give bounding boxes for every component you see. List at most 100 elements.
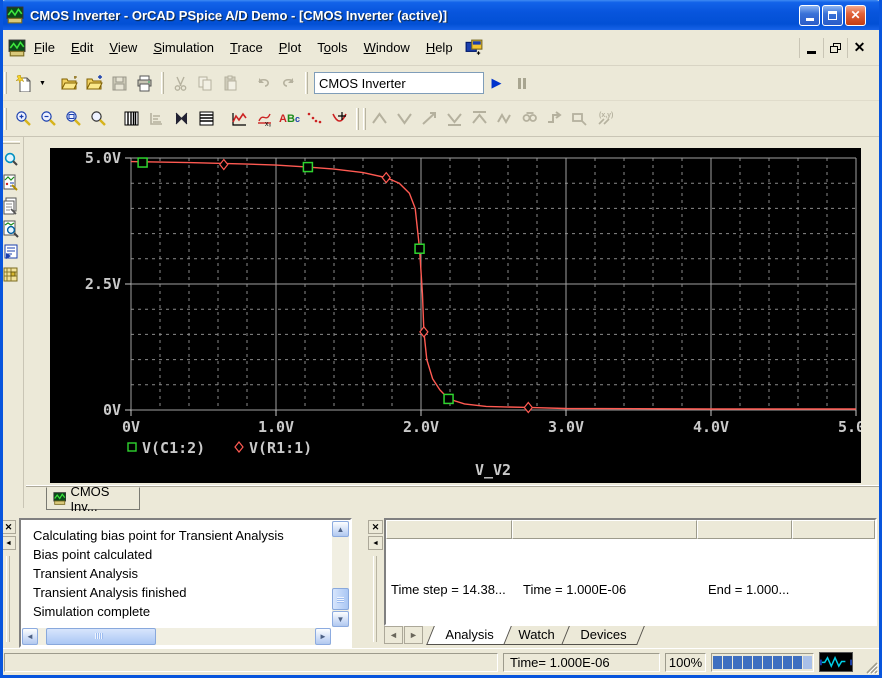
cursor-max-button[interactable]	[467, 107, 492, 131]
zoom-in-button[interactable]	[11, 107, 36, 131]
menu-item-simulation[interactable]: Simulation	[145, 36, 222, 59]
minimize-button[interactable]	[799, 4, 820, 26]
log-x-axis-button[interactable]	[119, 107, 144, 131]
resize-grip[interactable]	[864, 660, 879, 675]
menu-item-help[interactable]: Help	[418, 36, 461, 59]
undo-button[interactable]	[251, 71, 276, 95]
status-bar: Time= 1.000E-06 100%	[0, 648, 879, 675]
status-dock-strip: ✕ ◄	[368, 520, 385, 646]
plot-canvas[interactable]: 0V 2.5V 5.0V 0V 1.0V 2.0V 3.0V 4.0V 5.0V V(C1:2) V…	[50, 148, 861, 483]
toolbar-grip[interactable]	[4, 72, 7, 94]
plot-window[interactable]: 0V 2.5V 5.0V 0V 1.0V 2.0V 3.0V 4.0V 5.0V V(C1:2) V…	[50, 148, 861, 483]
header-cell	[386, 520, 512, 539]
log-y-axis-button[interactable]	[144, 107, 169, 131]
toggle-cursor-button[interactable]	[327, 107, 352, 131]
close-button[interactable]: ✕	[845, 4, 866, 26]
document-tab[interactable]: CMOS Inv...	[46, 484, 140, 514]
cursor-search-button[interactable]	[517, 107, 542, 131]
menu-item-trace[interactable]: Trace	[222, 36, 271, 59]
view-circuit-file-button[interactable]	[0, 217, 22, 240]
zoom-out-button[interactable]	[36, 107, 61, 131]
mark-label-button[interactable]	[567, 107, 592, 131]
svg-text:V(R1:1): V(R1:1)	[249, 439, 312, 457]
output-close-button[interactable]: ✕	[1, 520, 16, 534]
menu-item-view[interactable]: View	[101, 36, 145, 59]
tab-analysis[interactable]: Analysis	[426, 626, 513, 645]
tab-scroll-left-button[interactable]: ◄	[384, 626, 403, 644]
dock-grip[interactable]	[373, 556, 377, 642]
child-close-button[interactable]: ✕	[847, 37, 871, 58]
output-horizontal-scrollbar[interactable]: ◄ ►	[22, 628, 331, 645]
performance-analysis-button[interactable]	[194, 107, 219, 131]
cursor-next-transition-button[interactable]	[542, 107, 567, 131]
view-schematic-button[interactable]	[0, 263, 22, 286]
output-listbox[interactable]: Calculating bias point for Transient Ana…	[19, 518, 352, 648]
child-restore-button[interactable]	[823, 37, 847, 58]
cursor-trough-button[interactable]	[392, 107, 417, 131]
scroll-left-button[interactable]: ◄	[22, 628, 38, 645]
menu-item-plot[interactable]: Plot	[271, 36, 309, 59]
print-button[interactable]	[132, 71, 157, 95]
scroll-down-button[interactable]: ▼	[332, 611, 349, 627]
view-dock-toolbar	[0, 137, 24, 508]
app-icon	[6, 6, 24, 24]
view-output-file-button[interactable]	[0, 194, 22, 217]
save-button[interactable]	[107, 71, 132, 95]
eval-goal-function-button[interactable]: x₀	[252, 107, 277, 131]
output-vertical-scrollbar[interactable]: ▲ ▼	[332, 521, 349, 627]
paste-button[interactable]	[218, 71, 243, 95]
cursor-peak-button[interactable]	[367, 107, 392, 131]
document-system-icon[interactable]	[8, 39, 26, 57]
view-probe-cursor-button[interactable]	[0, 148, 22, 171]
cursor-slope-button[interactable]	[417, 107, 442, 131]
view-simulation-results-button[interactable]	[0, 171, 22, 194]
fft-button[interactable]	[169, 107, 194, 131]
new-file-dropdown[interactable]: ▼	[36, 71, 49, 95]
title-bar[interactable]: CMOS Inverter - OrCAD PSpice A/D Demo - …	[0, 0, 882, 30]
simulation-profile-combobox[interactable]	[314, 72, 484, 94]
cut-button[interactable]	[168, 71, 193, 95]
run-simulation-button[interactable]: ▶	[484, 71, 509, 95]
dock-grip[interactable]	[3, 141, 20, 144]
maximize-button[interactable]	[822, 4, 843, 26]
cursor-min-button[interactable]	[442, 107, 467, 131]
scroll-thumb[interactable]	[46, 628, 156, 645]
tab-scroll-right-button[interactable]: ►	[404, 626, 423, 644]
waveform-status-icon	[819, 652, 853, 672]
status-close-button[interactable]: ✕	[368, 520, 383, 534]
menu-item-file[interactable]: File	[26, 36, 63, 59]
new-file-button[interactable]	[11, 71, 36, 95]
child-minimize-button[interactable]	[799, 37, 823, 58]
mark-point-xy-button[interactable]: (x,y)	[592, 107, 617, 131]
toolbar-grip[interactable]	[305, 72, 308, 94]
scroll-right-button[interactable]: ►	[315, 628, 331, 645]
toolbar-grip[interactable]	[363, 107, 366, 130]
menu-item-edit[interactable]: Edit	[63, 36, 101, 59]
view-simulation-queue-button[interactable]	[0, 240, 22, 263]
tab-devices[interactable]: Devices	[560, 626, 645, 645]
menu-item-window[interactable]: Window	[356, 36, 418, 59]
svg-text:1.0V: 1.0V	[258, 418, 294, 436]
menu-item-tools[interactable]: Tools	[309, 36, 355, 59]
dock-grip[interactable]	[6, 556, 10, 642]
zoom-fit-button[interactable]	[86, 107, 111, 131]
scroll-thumb[interactable]	[332, 588, 349, 610]
mark-data-points-button[interactable]	[302, 107, 327, 131]
output-collapse-button[interactable]: ◄	[1, 536, 16, 550]
pause-simulation-button[interactable]	[509, 71, 534, 95]
copy-button[interactable]	[193, 71, 218, 95]
progress-percent: 100%	[668, 654, 703, 670]
append-file-button[interactable]	[82, 71, 107, 95]
toolbar-grip[interactable]	[356, 107, 359, 130]
open-file-button[interactable]	[57, 71, 82, 95]
zoom-area-button[interactable]	[61, 107, 86, 131]
status-collapse-button[interactable]: ◄	[368, 536, 383, 550]
redo-button[interactable]	[276, 71, 301, 95]
add-trace-button[interactable]	[227, 107, 252, 131]
toolbar-grip[interactable]	[4, 107, 7, 130]
text-label-button[interactable]: ABc	[277, 107, 302, 131]
scroll-up-button[interactable]: ▲	[332, 521, 349, 537]
window-arrange-icon[interactable]	[465, 39, 483, 57]
cursor-point-button[interactable]	[492, 107, 517, 131]
toolbar-grip[interactable]	[161, 72, 164, 94]
